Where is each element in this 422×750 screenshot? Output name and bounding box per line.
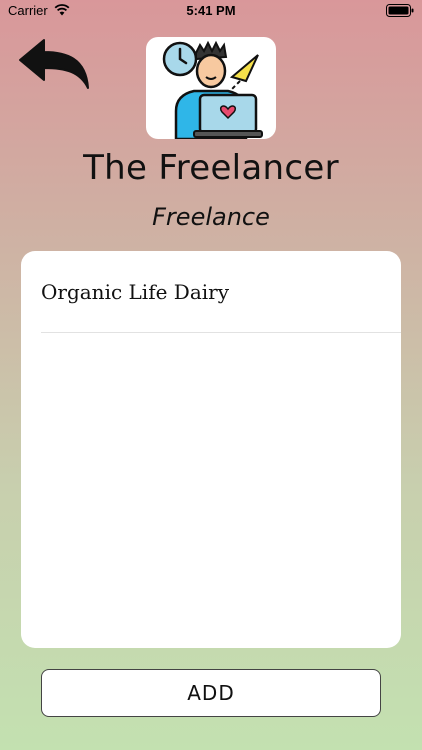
freelancer-illustration-icon — [162, 40, 263, 139]
status-bar: Carrier 5:41 PM — [0, 0, 422, 22]
battery-icon — [386, 4, 414, 17]
list-item[interactable]: Organic Life Dairy — [41, 251, 401, 333]
profile-name: The Freelancer — [83, 148, 339, 188]
status-time: 5:41 PM — [186, 3, 236, 18]
back-arrow-icon — [19, 39, 89, 89]
profile-avatar — [146, 37, 276, 139]
client-list: Organic Life Dairy — [21, 251, 401, 648]
list-item-label: Organic Life Dairy — [41, 280, 230, 304]
add-button[interactable]: ADD — [41, 669, 381, 717]
back-button[interactable] — [18, 36, 92, 94]
profile-category: Freelance — [152, 203, 270, 231]
